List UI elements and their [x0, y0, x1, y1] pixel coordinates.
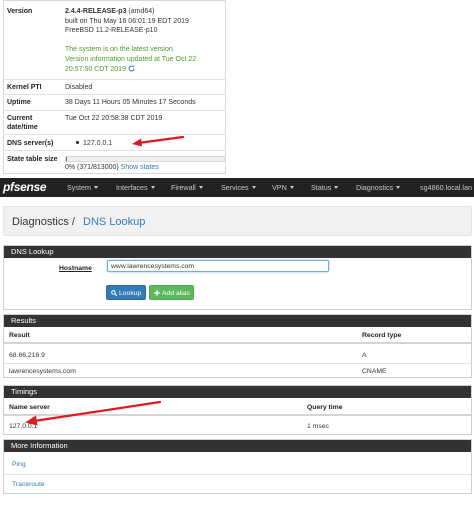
- nav-firewall[interactable]: Firewall: [171, 178, 203, 197]
- caret-down-icon: [396, 186, 401, 189]
- lookup-button-label: Lookup: [119, 290, 142, 297]
- state-table-count: 0% (371/813000): [65, 164, 121, 171]
- breadcrumb-diagnostics[interactable]: Diagnostics /: [12, 215, 75, 229]
- uptime-value: 38 Days 11 Hours 05 Minutes 17 Seconds: [65, 99, 196, 106]
- version-row: Version 2.4.4-RELEASE-p3 (amd64) built o…: [4, 1, 225, 80]
- state-table-progress-bar: [65, 156, 225, 162]
- caret-down-icon: [334, 186, 339, 189]
- current-datetime-label-line1: Current: [7, 115, 33, 122]
- breadcrumb: Diagnostics / DNS Lookup: [3, 206, 472, 236]
- dns-lookup-panel: DNS Lookup Hostname Lookup Add alias: [3, 245, 472, 310]
- results-col-record-type: Record type: [362, 332, 402, 339]
- current-datetime-value: Tue Oct 22 20:58:38 CDT 2019: [65, 115, 163, 122]
- logo-sense: sense: [13, 180, 47, 194]
- results-col-result: Result: [9, 332, 30, 339]
- lookup-button[interactable]: Lookup: [106, 285, 146, 300]
- bullet-icon: [76, 141, 79, 144]
- nav-vpn-label: VPN: [272, 183, 287, 192]
- results-table-header: Result Record type: [4, 331, 471, 344]
- version-value: 2.4.4-RELEASE-p3 (amd64): [65, 7, 154, 16]
- timings-panel-title: Timings: [4, 386, 471, 398]
- kernel-pti-value: Disabled: [65, 84, 93, 91]
- kernel-pti-row: Kernel PTI Disabled: [4, 80, 225, 95]
- uptime-label: Uptime: [7, 99, 31, 106]
- traceroute-link[interactable]: Traceroute: [12, 480, 45, 490]
- results-panel: Results Result Record type 68.66.216.9 A…: [3, 314, 472, 378]
- caret-down-icon: [93, 186, 98, 189]
- record-type-cell: A: [362, 352, 367, 359]
- plus-icon: [154, 290, 160, 296]
- nav-vpn[interactable]: VPN: [272, 178, 294, 197]
- record-type-cell: CNAME: [362, 368, 387, 375]
- nav-status-label: Status: [311, 183, 332, 192]
- nav-diagnostics-label: Diagnostics: [356, 183, 394, 192]
- version-build: built on Thu May 16 06:01:19 EDT 2019: [65, 18, 189, 25]
- uptime-row: Uptime 38 Days 11 Hours 05 Minutes 17 Se…: [4, 95, 225, 111]
- nav-interfaces-label: Interfaces: [116, 183, 148, 192]
- current-datetime-row: Current date/time Tue Oct 22 20:58:38 CD…: [4, 111, 225, 135]
- table-row: lawrencesystems.com CNAME: [4, 364, 471, 379]
- caret-down-icon: [289, 186, 294, 189]
- version-number: 2.4.4-RELEASE-p3: [65, 8, 127, 15]
- kernel-pti-label: Kernel PTI: [7, 84, 42, 91]
- caret-down-icon: [198, 186, 203, 189]
- caret-down-icon: [150, 186, 155, 189]
- version-label: Version: [7, 8, 33, 15]
- result-cell: lawrencesystems.com: [9, 368, 76, 375]
- timings-col-query-time: Query time: [307, 404, 343, 411]
- list-item: Ping: [4, 457, 471, 475]
- result-cell: 68.66.216.9: [9, 352, 45, 359]
- refresh-icon[interactable]: [128, 65, 135, 72]
- version-latest-text: The system is on the latest version.: [65, 46, 175, 53]
- add-alias-button[interactable]: Add alias: [149, 285, 194, 300]
- version-info-line1: Version information updated at Tue Oct 2…: [65, 56, 197, 63]
- table-row: 68.66.216.9 A: [4, 348, 471, 364]
- state-table-label: State table size: [7, 156, 58, 163]
- version-arch: (amd64): [126, 8, 155, 15]
- nav-system-label: System: [67, 183, 91, 192]
- hostname-input[interactable]: [107, 260, 329, 272]
- nav-hostname: sg4860.local.lan: [420, 183, 472, 192]
- dns-servers-row: DNS server(s) 127.0.0.1: [4, 135, 225, 151]
- nav-diagnostics[interactable]: Diagnostics: [356, 178, 401, 197]
- caret-down-icon: [251, 186, 256, 189]
- dns-lookup-panel-title: DNS Lookup: [4, 246, 471, 258]
- more-information-panel-title: More Information: [4, 440, 471, 452]
- show-states-link[interactable]: Show states: [121, 164, 159, 171]
- hostname-label: Hostname: [59, 265, 92, 272]
- nav-status[interactable]: Status: [311, 178, 339, 197]
- dns-servers-value: 127.0.0.1: [76, 139, 112, 148]
- search-icon: [111, 290, 117, 296]
- version-info-date: 20:57:50 CDT 2019: [65, 66, 126, 73]
- nav-services[interactable]: Services: [221, 178, 256, 197]
- current-datetime-label-line2: date/time: [7, 124, 38, 131]
- query-time-cell: 1 msec: [307, 423, 329, 430]
- logo-pf: pf: [3, 180, 14, 194]
- results-panel-title: Results: [4, 315, 471, 327]
- list-item: Traceroute: [4, 475, 471, 493]
- nav-system[interactable]: System: [67, 178, 98, 197]
- version-info-line2: 20:57:50 CDT 2019: [65, 65, 135, 74]
- state-table-value: 0% (371/813000) Show states: [65, 163, 159, 172]
- add-alias-button-label: Add alias: [162, 290, 190, 297]
- pfsense-logo[interactable]: pfsense: [3, 180, 47, 195]
- red-arrow-icon: [25, 400, 162, 426]
- nav-interfaces[interactable]: Interfaces: [116, 178, 155, 197]
- ping-link[interactable]: Ping: [12, 460, 26, 470]
- breadcrumb-dns-lookup[interactable]: DNS Lookup: [83, 215, 145, 229]
- version-freebsd: FreeBSD 11.2-RELEASE-p10: [65, 27, 158, 34]
- dns-servers-label: DNS server(s): [7, 140, 54, 147]
- dns-server-ip: 127.0.0.1: [83, 140, 113, 147]
- more-information-panel: More Information Ping Traceroute: [3, 439, 472, 494]
- red-arrow-icon: [132, 135, 185, 147]
- top-navbar: pfsense System Interfaces Firewall Servi…: [0, 178, 474, 197]
- nav-firewall-label: Firewall: [171, 183, 196, 192]
- system-info-panel: Version 2.4.4-RELEASE-p3 (amd64) built o…: [3, 0, 226, 174]
- nav-services-label: Services: [221, 183, 249, 192]
